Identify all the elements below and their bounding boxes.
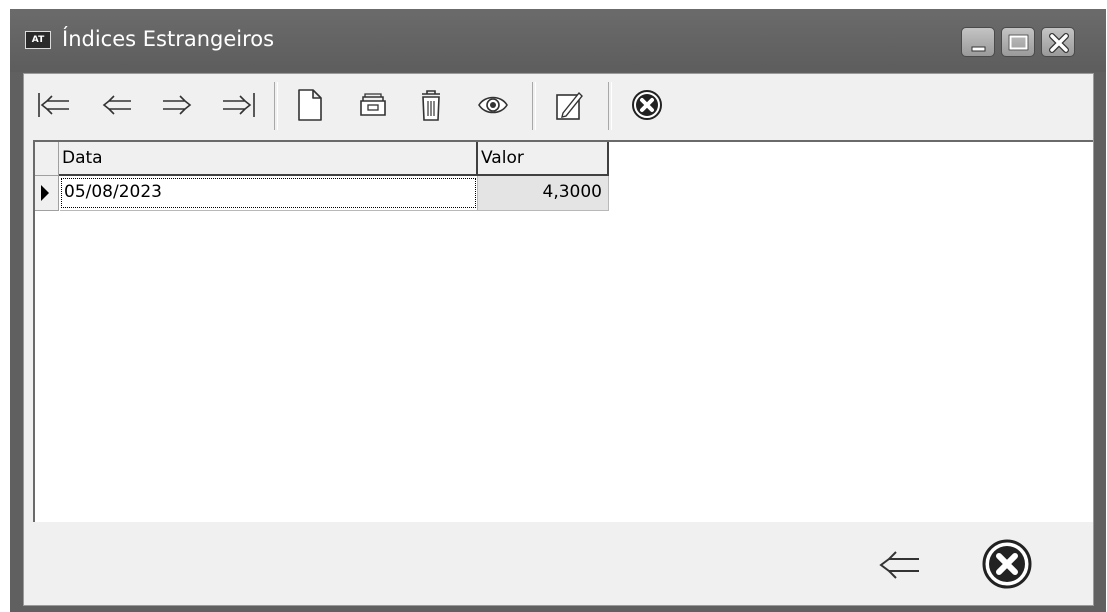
next-record-button[interactable] xyxy=(154,82,200,128)
column-header-data[interactable]: Data xyxy=(59,142,478,176)
navigator-toolbar xyxy=(24,74,1093,137)
eye-icon xyxy=(478,96,508,114)
open-record-button[interactable] xyxy=(350,82,396,128)
close-form-button[interactable] xyxy=(972,534,1042,594)
edit-record-button[interactable] xyxy=(546,82,592,128)
current-row-arrow-icon xyxy=(41,185,49,201)
focus-rectangle xyxy=(61,178,476,208)
toolbar-separator xyxy=(532,82,536,130)
data-grid[interactable]: Data Valor 05/08/2023 4,3000 xyxy=(33,140,1093,522)
row-indicator[interactable] xyxy=(35,176,59,211)
cancel-toolbar-button[interactable] xyxy=(624,82,670,128)
cancel-icon xyxy=(632,90,662,120)
column-header-valor[interactable]: Valor xyxy=(478,142,609,176)
first-record-button[interactable] xyxy=(30,82,76,128)
left-arrow-icon xyxy=(102,95,131,115)
back-button[interactable] xyxy=(862,534,932,594)
first-arrow-icon xyxy=(38,93,69,117)
close-icon xyxy=(1049,33,1069,53)
minimize-icon xyxy=(971,46,986,52)
window-title: Índices Estrangeiros xyxy=(62,27,275,51)
maximize-button[interactable] xyxy=(1001,27,1035,57)
minimize-button[interactable] xyxy=(961,27,995,57)
folder-icon xyxy=(360,93,386,116)
table-row[interactable]: 05/08/2023 xyxy=(60,176,478,211)
title-bar[interactable]: AT Índices Estrangeiros xyxy=(10,9,1106,72)
cancel-icon xyxy=(982,539,1032,589)
previous-record-button[interactable] xyxy=(94,82,140,128)
left-arrow-icon xyxy=(879,551,919,579)
last-record-button[interactable] xyxy=(216,82,262,128)
bottom-action-bar xyxy=(24,524,1093,605)
trash-icon xyxy=(422,90,440,121)
last-arrow-icon xyxy=(223,93,255,117)
toolbar-separator xyxy=(274,82,278,130)
grid-header-indicator xyxy=(35,142,59,176)
app-window: AT Índices Estrangeiros Data Valor 05/08… xyxy=(10,9,1106,612)
right-arrow-icon xyxy=(163,95,192,115)
new-record-button[interactable] xyxy=(286,82,332,128)
maximize-icon xyxy=(1008,34,1029,51)
view-record-button[interactable] xyxy=(470,82,516,128)
edit-icon xyxy=(556,91,583,120)
client-area: Data Valor 05/08/2023 4,3000 xyxy=(23,73,1094,606)
toolbar-separator xyxy=(608,82,612,130)
close-button[interactable] xyxy=(1041,27,1075,57)
new-document-icon xyxy=(298,89,322,121)
cell-valor[interactable]: 4,3000 xyxy=(478,176,609,211)
delete-record-button[interactable] xyxy=(408,82,454,128)
app-icon[interactable]: AT xyxy=(25,31,51,49)
